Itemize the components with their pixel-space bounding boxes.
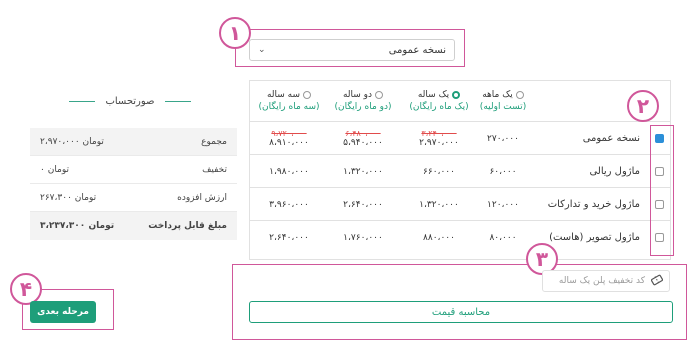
plan-three-year[interactable]: سه ساله (سه ماه رایگان): [254, 81, 324, 121]
plan-sub: (دو ماه رایگان): [334, 102, 392, 112]
ticket-icon: [650, 274, 664, 289]
price-cell: ۲،۶۴۰،۰۰۰: [333, 188, 393, 221]
step-2-badge: ۲: [627, 90, 659, 122]
summary-label: مجموع: [201, 136, 227, 147]
price: ۱،۷۶۰،۰۰۰: [343, 232, 383, 243]
summary-row-payable: ۳،۲۳۷،۳۰۰ تومان مبلغ قابل پرداخت: [30, 212, 237, 240]
price-cell: ۶۶۰،۰۰۰: [409, 155, 469, 188]
price: ۶۶۰،۰۰۰: [423, 166, 455, 177]
old-price: ۳،۲۴۰،۰۰۰: [421, 129, 457, 138]
price: ۸۸۰،۰۰۰: [423, 232, 455, 243]
plan-radio[interactable]: [375, 91, 384, 99]
price-cell: ۲،۶۴۰،۰۰۰: [259, 221, 319, 254]
plan-sub: (تست اولیه): [479, 102, 527, 112]
summary-table: ۲،۹۷۰،۰۰۰ تومان مجموع ۰ تومان تخفیف ۲۶۷،…: [30, 128, 237, 240]
plan-sub: (یک ماه رایگان): [409, 102, 469, 112]
calculate-price-button[interactable]: محاسبه قیمت: [249, 301, 673, 323]
discount-placeholder: کد تخفیف پلن یک ساله: [558, 276, 645, 286]
price: ۳،۹۶۰،۰۰۰: [269, 199, 309, 210]
plan-two-year[interactable]: دو ساله (دو ماه رایگان): [328, 81, 398, 121]
table-row: ۶۰،۰۰۰ ۶۶۰،۰۰۰ ۱،۳۲۰،۰۰۰ ۱،۹۸۰،۰۰۰ ماژول…: [250, 154, 670, 187]
price: ۱،۳۲۰،۰۰۰: [343, 166, 383, 177]
price-cell: ۲۷۰،۰۰۰: [478, 122, 528, 155]
summary-value: ۳،۲۳۷،۳۰۰ تومان: [40, 221, 115, 231]
step2-highlight-box: [650, 125, 674, 256]
module-name: نسخه عمومی: [582, 133, 640, 144]
summary-label: مبلغ قابل پرداخت: [148, 221, 227, 231]
plan-name: سه ساله: [266, 90, 301, 100]
price-cell: ۶،۴۸۰،۰۰۰ ۵،۹۴۰،۰۰۰: [333, 122, 393, 155]
module-name: ماژول تصویر (هاست): [549, 232, 640, 243]
table-row: ۲۷۰،۰۰۰ ۳،۲۴۰،۰۰۰ ۲،۹۷۰،۰۰۰ ۶،۴۸۰،۰۰۰ ۵،۹۴…: [250, 121, 670, 154]
price: ۲،۶۴۰،۰۰۰: [343, 199, 383, 210]
table-row: ۱۲۰،۰۰۰ ۱،۳۲۰،۰۰۰ ۲،۶۴۰،۰۰۰ ۳،۹۶۰،۰۰۰ ما…: [250, 187, 670, 220]
summary-row-discount: ۰ تومان تخفیف: [30, 156, 237, 184]
summary-title-text: صورتحساب: [105, 95, 155, 107]
plan-name: یک ساله: [417, 90, 450, 100]
price: ۲،۶۴۰،۰۰۰: [269, 232, 309, 243]
price-cell: ۱،۷۶۰،۰۰۰: [333, 221, 393, 254]
chevron-down-icon: ⌄: [258, 45, 266, 55]
plan-name: یک ماهه: [482, 90, 513, 100]
price: ۲۷۰،۰۰۰: [487, 133, 519, 144]
price-cell: ۱،۳۲۰،۰۰۰: [333, 155, 393, 188]
step-1-badge: ۱: [219, 17, 251, 49]
price-cell: ۸۰،۰۰۰: [478, 221, 528, 254]
price-cell: ۸۸۰،۰۰۰: [409, 221, 469, 254]
summary-value: ۲۶۷،۳۰۰ تومان: [40, 192, 97, 203]
plans-table: یک ماهه (تست اولیه) یک ساله (یک ماه رایگ…: [249, 80, 671, 260]
price: ۵،۹۴۰،۰۰۰: [343, 138, 383, 148]
summary-label: ارزش افزوده: [177, 192, 227, 203]
plan-radio[interactable]: [303, 91, 312, 99]
price: ۲،۹۷۰،۰۰۰: [419, 138, 459, 148]
version-select[interactable]: ⌄ نسخه عمومی: [249, 39, 455, 61]
title-divider-right: [164, 100, 191, 102]
module-name: ماژول خرید و تدارکات: [547, 199, 640, 210]
price: ۸۰،۰۰۰: [489, 232, 517, 243]
price-cell: ۶۰،۰۰۰: [478, 155, 528, 188]
table-row: ۸۰،۰۰۰ ۸۸۰،۰۰۰ ۱،۷۶۰،۰۰۰ ۲،۶۴۰،۰۰۰ ماژول…: [250, 220, 670, 253]
plan-radio-selected[interactable]: [452, 91, 461, 99]
price-cell: ۳،۲۴۰،۰۰۰ ۲،۹۷۰،۰۰۰: [409, 122, 469, 155]
summary-value: ۰ تومان: [40, 164, 70, 175]
summary-value: ۲،۹۷۰،۰۰۰ تومان: [40, 136, 104, 147]
module-name: ماژول ریالی: [589, 166, 640, 177]
plan-one-year[interactable]: یک ساله (یک ماه رایگان): [404, 81, 474, 121]
summary-label: تخفیف: [202, 164, 227, 175]
plan-radio[interactable]: [515, 91, 524, 99]
price: ۸،۹۱۰،۰۰۰: [269, 138, 309, 148]
price-cell: ۱،۹۸۰،۰۰۰: [259, 155, 319, 188]
next-step-button[interactable]: مرحله بعدی: [30, 301, 96, 323]
price-cell: ۹،۷۲۰،۰۰۰ ۸،۹۱۰،۰۰۰: [259, 122, 319, 155]
plan-sub: (سه ماه رایگان): [258, 102, 320, 112]
old-price: ۶،۴۸۰،۰۰۰: [345, 129, 381, 138]
summary-row-total: ۲،۹۷۰،۰۰۰ تومان مجموع: [30, 128, 237, 156]
summary-row-vat: ۲۶۷،۳۰۰ تومان ارزش افزوده: [30, 184, 237, 212]
price: ۱۲۰،۰۰۰: [487, 199, 519, 210]
plan-one-month[interactable]: یک ماهه (تست اولیه): [473, 81, 533, 121]
summary-title: صورتحساب: [30, 94, 230, 108]
old-price: ۹،۷۲۰،۰۰۰: [271, 129, 307, 138]
plan-name: دو ساله: [342, 90, 373, 100]
price: ۱،۹۸۰،۰۰۰: [269, 166, 309, 177]
discount-code-input[interactable]: کد تخفیف پلن یک ساله: [542, 270, 670, 292]
title-divider-left: [69, 100, 96, 102]
price-cell: ۱،۳۲۰،۰۰۰: [409, 188, 469, 221]
price: ۶۰،۰۰۰: [489, 166, 517, 177]
price-cell: ۱۲۰،۰۰۰: [478, 188, 528, 221]
price: ۱،۳۲۰،۰۰۰: [419, 199, 459, 210]
price-cell: ۳،۹۶۰،۰۰۰: [259, 188, 319, 221]
version-select-value: نسخه عمومی: [388, 44, 446, 56]
